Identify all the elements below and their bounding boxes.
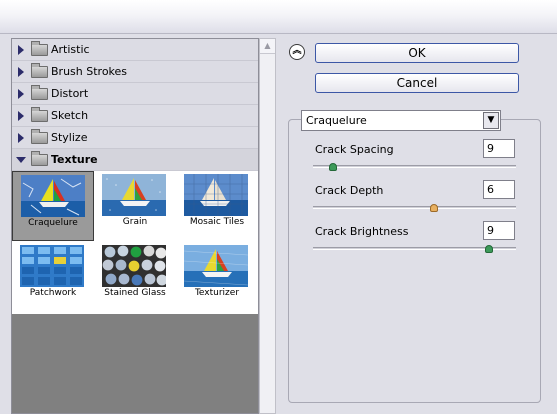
category-sketch[interactable]: Sketch [12,105,258,127]
expand-triangle-icon[interactable] [18,111,24,121]
category-label: Distort [51,87,89,100]
filter-patchwork[interactable]: Patchwork [12,242,94,312]
grain-thumbnail [102,174,166,216]
filter-label: Patchwork [29,288,77,298]
crack-spacing-input[interactable]: 9 [483,139,515,158]
folder-icon [31,41,48,56]
filter-label: Craquelure [28,218,78,228]
filter-grain[interactable]: Grain [94,171,176,241]
crack-brightness-slider[interactable] [313,245,516,253]
slider-thumb[interactable] [329,163,337,171]
craquelure-thumbnail [21,175,85,217]
crack-spacing-label: Crack Spacing [315,143,394,156]
filter-thumbnails: Craquelure Grain Mosaic Tiles Patchwork … [12,171,258,314]
category-label: Brush Strokes [51,65,128,78]
category-stylize[interactable]: Stylize [12,127,258,149]
collapse-triangle-icon[interactable] [16,157,26,163]
crack-spacing-slider[interactable] [313,163,516,171]
scroll-up-icon[interactable]: ▲ [260,39,275,54]
cancel-button[interactable]: Cancel [315,73,519,93]
filter-craquelure[interactable]: Craquelure [12,171,94,241]
patchwork-thumbnail [20,245,84,287]
filter-settings-panel [288,119,541,403]
filter-label: Mosaic Tiles [189,217,245,227]
expand-triangle-icon[interactable] [18,89,24,99]
tree-scrollbar[interactable]: ▲ [259,38,276,414]
category-distort[interactable]: Distort [12,83,258,105]
stained-glass-thumbnail [102,245,166,287]
filter-stained-glass[interactable]: Stained Glass [94,242,176,312]
filter-label: Stained Glass [104,288,166,298]
crack-depth-slider[interactable] [313,204,516,212]
filter-select[interactable]: Craquelure ▼ [301,110,501,131]
filter-select-value: Craquelure [306,114,367,127]
open-folder-icon [31,151,48,166]
folder-icon [31,85,48,100]
folder-icon [31,63,48,78]
folder-icon [31,107,48,122]
category-artistic[interactable]: Artistic [12,39,258,61]
filter-texturizer[interactable]: Texturizer [176,242,258,312]
folder-icon [31,129,48,144]
filter-mosaic-tiles[interactable]: Mosaic Tiles [176,171,258,241]
collapse-panel-icon[interactable]: ︽ [289,44,305,60]
texturizer-thumbnail [184,245,248,287]
crack-brightness-label: Crack Brightness [315,225,409,238]
chevron-down-icon[interactable]: ▼ [483,112,499,129]
dialog-title-bar [0,0,557,34]
category-label: Texture [51,153,98,166]
slider-thumb[interactable] [430,204,438,212]
expand-triangle-icon[interactable] [18,67,24,77]
category-brush-strokes[interactable]: Brush Strokes [12,61,258,83]
filter-label: Texturizer [194,288,240,298]
expand-triangle-icon[interactable] [18,133,24,143]
crack-depth-label: Crack Depth [315,184,384,197]
category-label: Artistic [51,43,90,56]
category-label: Stylize [51,131,88,144]
filter-label: Grain [122,217,148,227]
mosaic-tiles-thumbnail [184,174,248,216]
category-label: Sketch [51,109,89,122]
crack-brightness-input[interactable]: 9 [483,221,515,240]
ok-button[interactable]: OK [315,43,519,63]
expand-triangle-icon[interactable] [18,45,24,55]
category-texture[interactable]: Texture [12,149,258,171]
crack-depth-input[interactable]: 6 [483,180,515,199]
filter-tree: Artistic Brush Strokes Distort Sketch St… [11,38,259,414]
slider-thumb[interactable] [485,245,493,253]
